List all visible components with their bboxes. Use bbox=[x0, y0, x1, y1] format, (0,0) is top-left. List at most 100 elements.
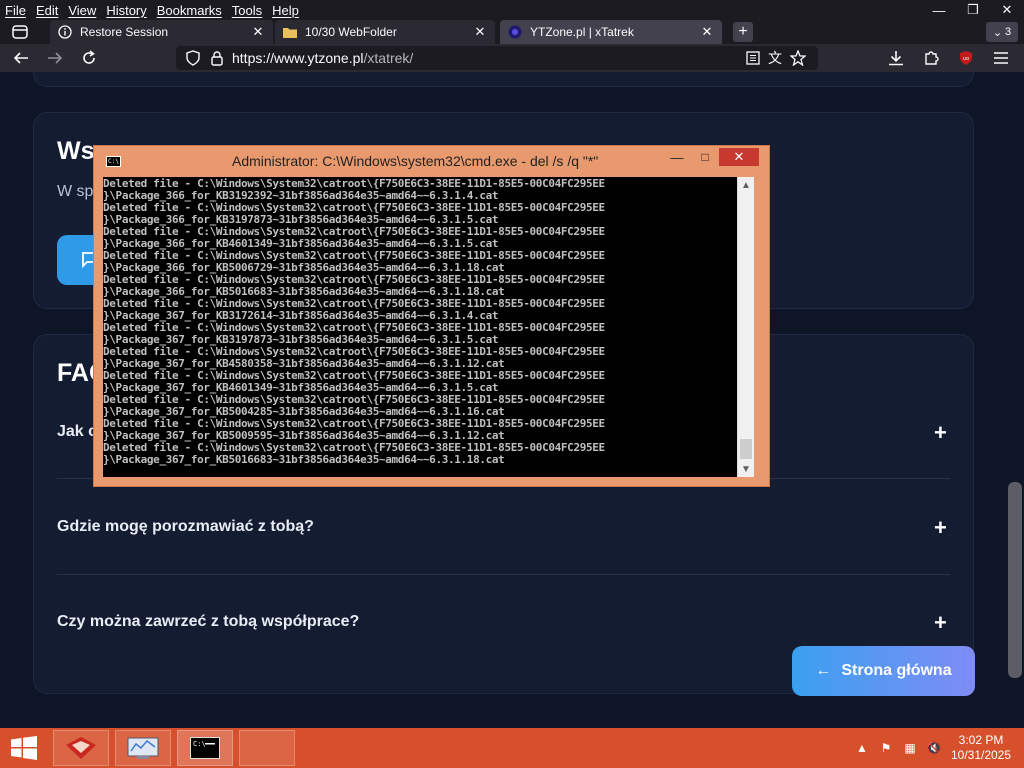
menu-bar: File Edit View History Bookmarks Tools H… bbox=[0, 0, 304, 20]
browser-chrome: File Edit View History Bookmarks Tools H… bbox=[0, 0, 1024, 72]
cmd-scrollbar-thumb[interactable] bbox=[740, 439, 752, 459]
svg-text:C:\: C:\ bbox=[193, 740, 206, 748]
console-line: }\Package_367_for_KB5016683~31bf3856ad36… bbox=[103, 453, 505, 466]
tab-title: YTZone.pl | xTatrek bbox=[530, 25, 634, 39]
close-window-button[interactable]: ✕ bbox=[990, 0, 1024, 20]
empty-app-slot[interactable] bbox=[239, 730, 295, 766]
forward-button[interactable] bbox=[44, 47, 66, 69]
section-heading: Ws bbox=[57, 137, 95, 165]
downloads-button[interactable] bbox=[885, 47, 907, 69]
taskbar-clock[interactable]: 3:02 PM 10/31/2025 bbox=[945, 733, 1017, 763]
translate-icon: 文 bbox=[768, 50, 782, 66]
faq-expand-icon[interactable]: + bbox=[934, 420, 947, 446]
list-all-tabs-button[interactable]: ⌄ 3 bbox=[986, 22, 1018, 42]
firefox-view-button[interactable] bbox=[6, 22, 34, 42]
download-icon bbox=[889, 51, 903, 66]
navigation-toolbar: https://www.ytzone.pl/xtatrek/ 文 uo bbox=[0, 44, 1024, 72]
network-icon[interactable]: ▦ bbox=[898, 741, 922, 755]
ublock-button[interactable]: uo bbox=[955, 47, 977, 69]
tab-strip: Restore Session ✕ 10/30 WebFolder ✕ YTZo… bbox=[0, 20, 1024, 44]
menu-bookmarks[interactable]: Bookmarks bbox=[152, 3, 227, 18]
taskbar-app-monitor[interactable] bbox=[115, 730, 171, 766]
system-tray: ▲ ⚑ ▦ 🔇 bbox=[850, 728, 946, 768]
tab-ytzone[interactable]: YTZone.pl | xTatrek ✕ bbox=[500, 20, 722, 44]
taskbar-app-red[interactable] bbox=[53, 730, 109, 766]
page-scrollbar-thumb[interactable] bbox=[1008, 482, 1022, 678]
tab-title: 10/30 WebFolder bbox=[305, 25, 397, 39]
menu-help[interactable]: Help bbox=[267, 3, 304, 18]
cmd-console-output[interactable]: Deleted file - C:\Windows\System32\catro… bbox=[103, 177, 737, 477]
scroll-down-icon[interactable]: ▼ bbox=[738, 461, 754, 477]
puzzle-icon bbox=[925, 51, 939, 65]
cmd-window: C:\ Administrator: C:\Windows\system32\c… bbox=[93, 145, 770, 487]
volume-muted-icon[interactable]: 🔇 bbox=[922, 741, 946, 755]
cmd-maximize-button[interactable]: □ bbox=[692, 148, 718, 166]
clock-time: 3:02 PM bbox=[958, 733, 1004, 747]
windows-logo-icon bbox=[11, 736, 37, 760]
cmd-title-bar[interactable]: C:\ Administrator: C:\Windows\system32\c… bbox=[94, 146, 769, 176]
faq-question-2[interactable]: Gdzie mogę porozmawiać z tobą? bbox=[57, 518, 957, 536]
reload-button[interactable] bbox=[78, 47, 100, 69]
scroll-up-icon[interactable]: ▲ bbox=[738, 177, 754, 193]
svg-text:uo: uo bbox=[963, 56, 969, 62]
action-center-flag-icon[interactable]: ⚑ bbox=[874, 741, 898, 755]
card-top-partial bbox=[33, 72, 974, 87]
faq-expand-icon[interactable]: + bbox=[934, 515, 947, 541]
menu-history[interactable]: History bbox=[101, 3, 151, 18]
arrow-right-icon bbox=[48, 52, 63, 64]
menu-view[interactable]: View bbox=[63, 3, 101, 18]
bookmark-button[interactable] bbox=[787, 47, 809, 69]
tab-title: Restore Session bbox=[80, 25, 169, 39]
ublock-icon: uo bbox=[960, 51, 972, 65]
app-red-icon bbox=[66, 737, 96, 759]
home-button[interactable]: ← Strona główna bbox=[792, 646, 975, 696]
tab-close-icon[interactable]: ✕ bbox=[473, 24, 487, 40]
translate-button[interactable]: 文 bbox=[764, 47, 786, 69]
address-bar[interactable]: https://www.ytzone.pl/xtatrek/ bbox=[176, 46, 818, 70]
restore-button[interactable]: ❐ bbox=[956, 0, 990, 20]
cmd-title: Administrator: C:\Windows\system32\cmd.e… bbox=[232, 153, 599, 169]
start-button[interactable] bbox=[0, 728, 48, 768]
cmd-close-button[interactable]: ✕ bbox=[719, 148, 759, 166]
star-icon bbox=[790, 50, 806, 66]
info-icon bbox=[58, 25, 72, 39]
menu-file[interactable]: File bbox=[0, 3, 31, 18]
reload-icon bbox=[83, 50, 95, 64]
url-path: /xtatrek/ bbox=[363, 50, 414, 66]
chevron-down-icon: ⌄ bbox=[992, 26, 1003, 39]
tab-count: 3 bbox=[1005, 26, 1012, 38]
faq-question-3[interactable]: Czy można zawrzeć z tobą współprace? bbox=[57, 613, 957, 631]
new-tab-button[interactable]: + bbox=[733, 22, 753, 42]
divider bbox=[57, 574, 950, 575]
show-hidden-icon[interactable]: ▲ bbox=[850, 741, 874, 755]
minimize-button[interactable]: — bbox=[922, 0, 956, 20]
url-host: https://www.ytzone.pl bbox=[232, 50, 364, 66]
tab-close-icon[interactable]: ✕ bbox=[700, 24, 714, 40]
taskbar-app-cmd[interactable]: C:\ bbox=[177, 730, 233, 766]
site-favicon bbox=[508, 25, 522, 39]
tab-close-icon[interactable]: ✕ bbox=[251, 24, 265, 40]
tab-webfolder[interactable]: 10/30 WebFolder ✕ bbox=[275, 20, 495, 44]
reader-view-icon bbox=[746, 51, 760, 65]
cmd-system-icon[interactable]: C:\ bbox=[106, 156, 121, 167]
faq-expand-icon[interactable]: + bbox=[934, 610, 947, 636]
section-text: W sp bbox=[57, 183, 94, 200]
home-button-label: Strona główna bbox=[841, 662, 952, 679]
tab-restore-session[interactable]: Restore Session ✕ bbox=[50, 20, 273, 44]
cmd-minimize-button[interactable]: — bbox=[664, 148, 690, 166]
reader-view-button[interactable] bbox=[742, 47, 764, 69]
shield-icon[interactable] bbox=[184, 50, 202, 66]
arrow-left-icon: ← bbox=[815, 662, 832, 679]
cmd-scrollbar[interactable]: ▲ ▼ bbox=[737, 177, 754, 477]
clock-date: 10/31/2025 bbox=[950, 748, 1012, 762]
hamburger-menu-icon bbox=[994, 52, 1008, 64]
menu-tools[interactable]: Tools bbox=[227, 3, 267, 18]
extensions-button[interactable] bbox=[920, 47, 942, 69]
back-button[interactable] bbox=[10, 47, 32, 69]
window-controls: — ❐ ✕ bbox=[922, 0, 1024, 20]
folder-icon bbox=[283, 25, 297, 39]
taskbar: C:\ ▲ ⚑ ▦ 🔇 3:02 PM 10/31/2025 bbox=[0, 728, 1024, 768]
menu-edit[interactable]: Edit bbox=[31, 3, 63, 18]
lock-icon[interactable] bbox=[208, 50, 226, 66]
app-menu-button[interactable] bbox=[990, 47, 1012, 69]
